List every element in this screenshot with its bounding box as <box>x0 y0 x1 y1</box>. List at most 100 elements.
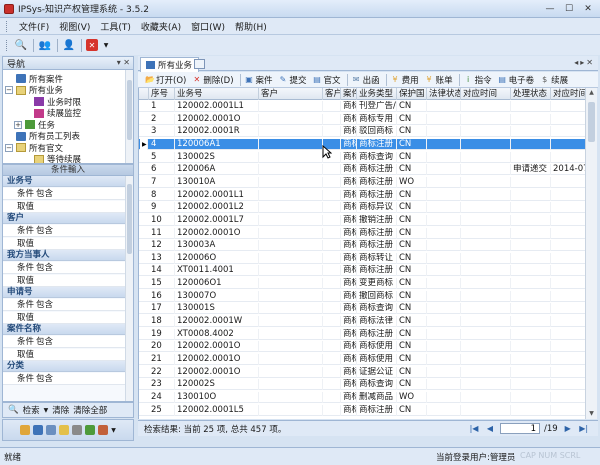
table-cell[interactable] <box>551 367 585 378</box>
table-cell[interactable] <box>259 303 323 315</box>
grid-toolbar-button[interactable]: ▤ 官文 <box>311 74 345 86</box>
column-header[interactable]: 客户 <box>259 88 323 100</box>
scroll-up-icon[interactable]: ▲ <box>586 88 597 98</box>
table-cell[interactable] <box>551 341 585 352</box>
condition-value[interactable]: 包含 <box>36 262 53 274</box>
table-cell[interactable] <box>551 316 585 327</box>
column-header[interactable]: 对应时间 <box>461 88 511 100</box>
condition-group-header[interactable]: 我方当事人 <box>3 250 127 261</box>
column-header[interactable]: 对应时间 <box>551 88 585 100</box>
table-cell[interactable]: 120002.0001L2 <box>175 202 259 214</box>
table-cell[interactable] <box>461 354 511 365</box>
search-icon[interactable]: 🔍 <box>14 38 28 52</box>
table-cell[interactable]: CN <box>397 303 427 315</box>
first-page-icon[interactable]: |◀ <box>468 424 480 434</box>
table-cell[interactable]: 18 <box>149 316 175 328</box>
table-cell[interactable] <box>259 278 323 290</box>
column-header[interactable]: 客户 <box>323 88 341 100</box>
condition-group-header[interactable]: 申请号 <box>3 287 127 298</box>
table-cell[interactable]: XT0008.4002 <box>175 328 259 340</box>
table-cell[interactable]: 商标查询 <box>357 303 397 315</box>
table-cell[interactable]: 120002.0001L5 <box>175 404 259 416</box>
documents-icon[interactable] <box>46 425 57 435</box>
table-cell[interactable]: 130007O <box>175 290 259 302</box>
table-cell[interactable]: 4 <box>149 138 175 150</box>
scroll-thumb[interactable] <box>127 80 132 140</box>
table-cell[interactable]: 商标法律 <box>357 316 397 328</box>
table-cell[interactable] <box>427 101 461 112</box>
table-cell[interactable] <box>551 139 585 150</box>
grid-toolbar-button[interactable]: ▣ 案件 <box>243 74 277 86</box>
table-cell[interactable] <box>427 290 461 302</box>
grid-toolbar-button[interactable]: ✉ 出函 <box>350 74 384 86</box>
page-number-input[interactable] <box>500 423 540 434</box>
table-cell[interactable] <box>551 126 585 137</box>
table-row[interactable]: 7130010A 商标商标注册WO <box>139 176 585 188</box>
table-row[interactable]: 12130003A 商标商标注册CN <box>139 240 585 252</box>
nav-tree-item[interactable]: + 任务 <box>14 119 55 131</box>
column-header[interactable]: 案件 <box>341 88 357 100</box>
table-cell[interactable]: 13 <box>149 252 175 264</box>
table-cell[interactable]: 25 <box>149 404 175 416</box>
search-icon[interactable]: 🔍 <box>8 405 19 415</box>
table-cell[interactable] <box>461 202 511 214</box>
table-cell[interactable] <box>427 316 461 328</box>
grid-vertical-scrollbar[interactable]: ▲ ▼ <box>585 88 597 419</box>
table-cell[interactable] <box>427 328 461 340</box>
table-row[interactable]: 13120006O 商标商标转让CN <box>139 252 585 264</box>
clear-button[interactable]: 清除 <box>52 404 69 416</box>
table-cell[interactable]: 商标异议 <box>357 202 397 214</box>
table-cell[interactable]: 16 <box>149 290 175 302</box>
table-row[interactable]: 15120006O1 商标变更商标CN <box>139 278 585 290</box>
table-cell[interactable]: CN <box>397 265 427 277</box>
table-row[interactable]: ▶4120006A1 商标商标注册CN <box>139 138 585 150</box>
table-cell[interactable] <box>511 214 551 226</box>
condition-row[interactable]: 取值 <box>3 200 127 213</box>
table-cell[interactable] <box>427 151 461 163</box>
table-cell[interactable] <box>427 113 461 125</box>
table-cell[interactable]: 19 <box>149 328 175 340</box>
check-icon[interactable] <box>85 425 96 435</box>
tab-scroll-close-controls[interactable]: ◂▸✕ <box>574 58 595 67</box>
table-cell[interactable]: 120002.0001L7 <box>175 214 259 226</box>
table-cell[interactable]: 商标 <box>341 379 357 391</box>
table-cell[interactable]: 9 <box>149 202 175 214</box>
nav-scrollbar[interactable] <box>125 70 133 163</box>
grid-toolbar-button[interactable]: ¥ 账单 <box>423 74 457 86</box>
table-cell[interactable] <box>427 138 461 150</box>
prev-page-icon[interactable]: ◀ <box>484 424 496 434</box>
table-row[interactable]: 19XT0008.4002 商标商标注册CN <box>139 328 585 340</box>
table-cell[interactable] <box>551 152 585 163</box>
condition-value[interactable]: 包含 <box>36 188 53 200</box>
table-cell[interactable]: 120002.0001W <box>175 316 259 328</box>
table-cell[interactable]: CN <box>397 227 427 239</box>
table-cell[interactable]: 商标 <box>341 391 357 403</box>
nav-tree-item[interactable]: 所有员工列表 <box>5 131 80 142</box>
nav-tree-item[interactable]: − 所有官文 <box>5 142 63 154</box>
condition-group-header[interactable]: 业务号 <box>3 176 127 187</box>
table-cell[interactable] <box>551 278 585 289</box>
table-cell[interactable] <box>259 379 323 391</box>
table-cell[interactable]: 14 <box>149 265 175 277</box>
table-row[interactable]: 5130002S 商标商标查询CN <box>139 151 585 163</box>
table-cell[interactable] <box>323 189 341 201</box>
table-cell[interactable] <box>461 164 511 176</box>
column-header[interactable]: 序号 <box>149 88 175 100</box>
condition-scrollbar[interactable] <box>125 176 133 401</box>
table-cell[interactable] <box>551 392 585 403</box>
table-cell[interactable]: CN <box>397 240 427 252</box>
next-page-icon[interactable]: ▶ <box>562 424 574 434</box>
condition-value[interactable]: 包含 <box>36 336 53 348</box>
table-cell[interactable] <box>511 176 551 188</box>
table-cell[interactable]: CN <box>397 189 427 201</box>
table-cell[interactable] <box>323 101 341 112</box>
table-cell[interactable]: 商标 <box>341 214 357 226</box>
table-cell[interactable]: 商标 <box>341 303 357 315</box>
menu-file[interactable]: 文件(F) <box>14 20 54 33</box>
table-cell[interactable] <box>427 366 461 378</box>
chevron-down-icon[interactable]: ▼ <box>103 38 109 52</box>
table-cell[interactable] <box>511 341 551 353</box>
search-button[interactable]: 检索 <box>23 404 40 416</box>
table-cell[interactable]: 15 <box>149 278 175 290</box>
menu-favorites[interactable]: 收藏夹(A) <box>136 20 186 33</box>
